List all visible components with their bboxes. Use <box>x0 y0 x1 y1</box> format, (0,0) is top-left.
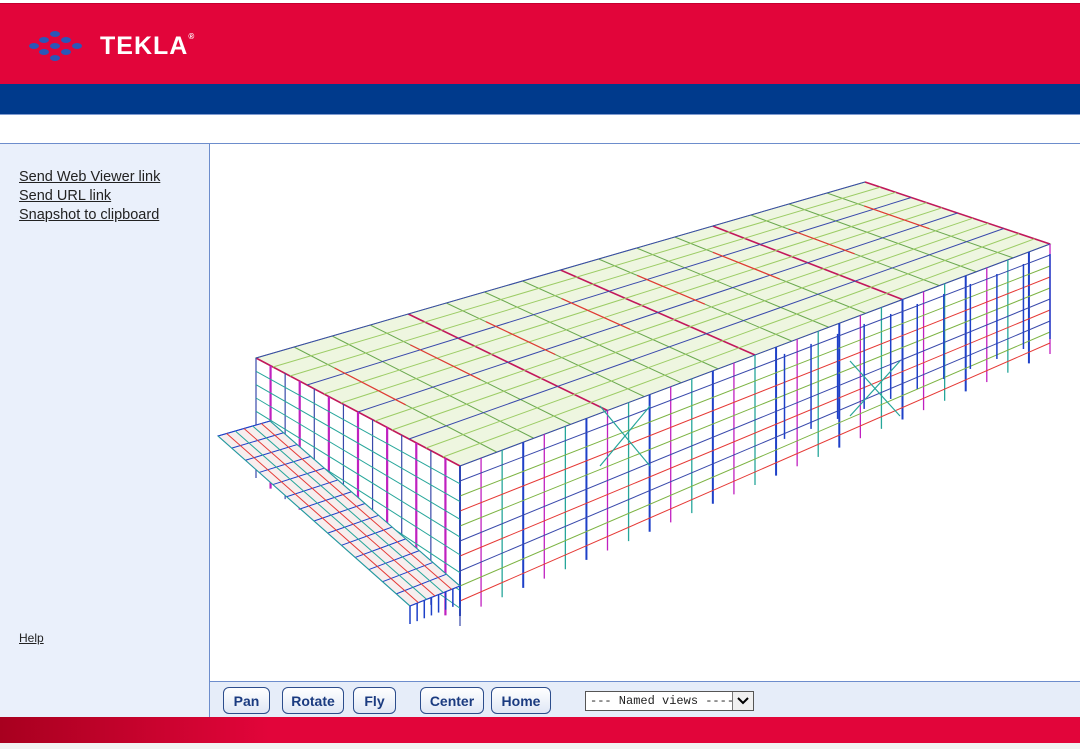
snapshot-to-clipboard-link[interactable]: Snapshot to clipboard <box>19 206 160 225</box>
rotate-button[interactable]: Rotate <box>282 687 344 714</box>
header-banner: TEKLA® <box>0 3 1080 84</box>
footer-banner <box>0 717 1080 743</box>
sidebar-links: Send Web Viewer link Send URL link Snaps… <box>0 168 160 225</box>
viewer-toolbar: Pan Rotate Fly Center Home --- Named vie… <box>210 681 1080 717</box>
pan-button[interactable]: Pan <box>223 687 270 714</box>
fly-button[interactable]: Fly <box>353 687 396 714</box>
brand-logo: TEKLA® <box>28 28 195 64</box>
footer-strip <box>0 743 1080 749</box>
help-link[interactable]: Help <box>19 629 44 648</box>
home-button[interactable]: Home <box>491 687 551 714</box>
send-url-link[interactable]: Send URL link <box>19 187 160 206</box>
named-views-value: --- Named views ---- <box>590 694 735 708</box>
send-web-viewer-link[interactable]: Send Web Viewer link <box>19 168 160 187</box>
model-viewer[interactable] <box>210 146 1080 681</box>
chevron-down-icon[interactable] <box>732 692 753 710</box>
header-blue-bar <box>0 84 1080 114</box>
info-strip <box>0 114 1080 144</box>
center-button[interactable]: Center <box>420 687 484 714</box>
brand-name: TEKLA® <box>100 31 196 60</box>
named-views-select[interactable]: --- Named views ---- <box>585 691 754 711</box>
tekla-dots-logo-icon <box>29 31 82 61</box>
steel-structure-model[interactable] <box>210 146 1080 681</box>
sidebar: Send Web Viewer link Send URL link Snaps… <box>0 144 210 717</box>
